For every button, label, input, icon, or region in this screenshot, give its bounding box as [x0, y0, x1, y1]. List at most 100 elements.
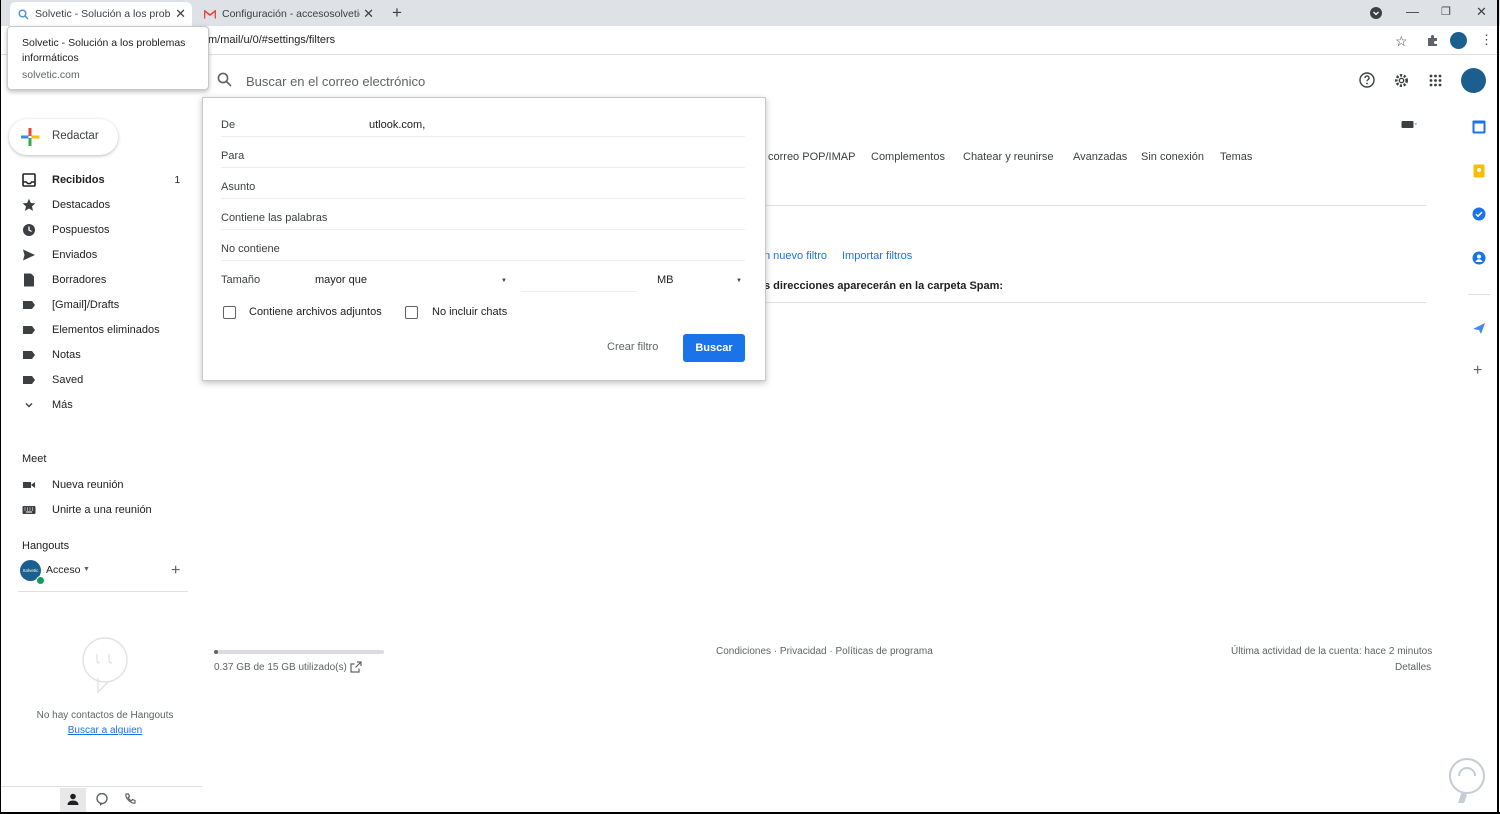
search-button[interactable]: Buscar: [683, 334, 745, 362]
account-avatar[interactable]: [1461, 68, 1486, 93]
last-activity-text: Última actividad de la cuenta: hace 2 mi…: [1231, 646, 1433, 657]
label-icon: [22, 323, 36, 337]
sidebar-item-label: [Gmail]/Drafts: [52, 299, 120, 311]
dropdown-arrow-icon[interactable]: ▼: [736, 278, 742, 284]
extensions-icon[interactable]: [1426, 34, 1439, 47]
tab-title: Solvetic - Solución a los problem: [35, 8, 171, 20]
close-window-icon[interactable]: ✕: [1476, 4, 1487, 20]
sidebar-item-more[interactable]: Más: [22, 395, 192, 415]
sidebar-item-drafts[interactable]: Borradores: [22, 270, 192, 290]
gear-icon[interactable]: [1393, 72, 1410, 89]
has-attachment-checkbox[interactable]: [223, 306, 236, 319]
from-field[interactable]: utlook.com,: [369, 119, 425, 131]
send-icon: [22, 248, 36, 262]
browser-tab-gmail[interactable]: Configuración - accesosolvetic1 ✕: [196, 2, 380, 26]
sidebar-item-gmail-drafts[interactable]: [Gmail]/Drafts: [22, 295, 192, 315]
footer-policy-links[interactable]: Condiciones · Privacidad · Políticas de …: [716, 646, 933, 657]
tab-search-icon[interactable]: [1370, 7, 1382, 19]
tab-pop-imap[interactable]: correo POP/IMAP: [768, 151, 855, 163]
gmail-icon: [204, 9, 216, 19]
size-operator-select[interactable]: mayor que: [315, 274, 367, 286]
apps-grid-icon[interactable]: [1429, 74, 1442, 87]
find-someone-link[interactable]: Buscar a alguien: [18, 725, 192, 736]
tab-addons[interactable]: Complementos: [871, 151, 945, 163]
inbox-icon: [22, 173, 36, 187]
search-icon: [18, 9, 29, 20]
tasks-icon[interactable]: [1472, 207, 1486, 221]
subject-field[interactable]: [221, 198, 745, 199]
person-icon[interactable]: [67, 793, 79, 805]
window-border: [0, 0, 1, 814]
window-border: [1497, 0, 1499, 814]
add-contact-icon[interactable]: +: [171, 562, 180, 580]
not-contains-field[interactable]: [221, 260, 745, 261]
profile-avatar-icon[interactable]: [1450, 32, 1467, 49]
bookmark-star-icon[interactable]: ☆: [1395, 33, 1408, 50]
search-input[interactable]: Buscar en el correo electrónico: [246, 74, 425, 89]
close-tab-icon[interactable]: ✕: [175, 6, 186, 22]
rail-edge: [1459, 100, 1460, 390]
clock-icon: [22, 223, 36, 237]
size-value-field[interactable]: [521, 291, 637, 292]
exclude-chats-checkbox[interactable]: [405, 306, 418, 319]
sidebar-item-label: Enviados: [52, 249, 98, 261]
sidebar-item-deleted[interactable]: Elementos eliminados: [22, 320, 192, 340]
phone-icon[interactable]: [124, 793, 136, 805]
plus-icon: [20, 127, 40, 147]
create-new-filter-link[interactable]: n nuevo filtro: [764, 250, 827, 262]
external-link-icon[interactable]: [350, 661, 362, 673]
filter-search-dialog: De utlook.com, Para Asunto Contiene las …: [202, 97, 766, 381]
dropdown-arrow-icon[interactable]: ▼: [501, 278, 507, 284]
sidebar-item-notes[interactable]: Notas: [22, 345, 192, 365]
sidebar-item-label: Notas: [52, 349, 81, 361]
blocked-addresses-heading: s direcciones aparecerán en la carpeta S…: [764, 280, 1004, 292]
help-icon[interactable]: [1359, 72, 1375, 88]
sidebar-item-inbox[interactable]: Recibidos 1: [22, 170, 192, 190]
new-meeting-item[interactable]: Nueva reunión: [22, 475, 192, 495]
activity-details-link[interactable]: Detalles: [1395, 662, 1431, 673]
tab-offline[interactable]: Sin conexión: [1141, 151, 1204, 163]
divider: [221, 136, 745, 137]
restore-icon[interactable]: ❐: [1441, 5, 1451, 18]
caret-down-icon[interactable]: ▼: [83, 566, 90, 573]
video-camera-icon: [22, 478, 36, 492]
sidebar-item-saved[interactable]: Saved: [22, 370, 192, 390]
get-addons-icon[interactable]: +: [1473, 362, 1482, 380]
sidebar-item-label: Pospuestos: [52, 224, 110, 236]
solvetic-logo-icon: [1444, 756, 1490, 806]
sidebar-item-sent[interactable]: Enviados: [22, 245, 192, 265]
browser-menu-icon[interactable]: ⋮: [1480, 33, 1493, 46]
contacts-icon[interactable]: [1472, 251, 1486, 265]
search-icon[interactable]: [217, 72, 232, 87]
unread-count: 1: [174, 175, 180, 186]
tab-advanced[interactable]: Avanzadas: [1073, 151, 1127, 163]
size-label: Tamaño: [221, 274, 261, 286]
size-unit-select[interactable]: MB: [657, 274, 674, 286]
addon-send-icon[interactable]: [1472, 321, 1486, 335]
new-tab-icon[interactable]: +: [392, 3, 402, 23]
label-icon: [22, 298, 36, 312]
hangouts-user-name[interactable]: Acceso: [46, 564, 80, 576]
sidebar-item-snoozed[interactable]: Pospuestos: [22, 220, 192, 240]
has-words-field[interactable]: [221, 229, 745, 230]
url-field[interactable]: m/mail/u/0/#settings/filters: [208, 34, 335, 46]
tab-themes[interactable]: Temas: [1220, 151, 1252, 163]
to-field[interactable]: [221, 167, 745, 168]
browser-tab-solvetic[interactable]: Solvetic - Solución a los problem ✕: [10, 2, 192, 26]
label-icon: [22, 348, 36, 362]
minimize-icon[interactable]: —: [1406, 4, 1419, 19]
create-filter-button[interactable]: Crear filtro: [607, 341, 658, 353]
tab-title: Configuración - accesosolvetic1: [222, 8, 360, 20]
sidebar-item-label: Recibidos: [52, 174, 105, 186]
calendar-icon[interactable]: [1472, 120, 1486, 134]
keyboard-icon[interactable]: [1401, 120, 1417, 130]
tooltip-domain: solvetic.com: [22, 69, 80, 81]
tab-chat-meet[interactable]: Chatear y reunirse: [963, 151, 1054, 163]
close-tab-icon[interactable]: ✕: [363, 6, 374, 22]
sidebar-item-starred[interactable]: Destacados: [22, 195, 192, 215]
keep-icon[interactable]: [1472, 164, 1486, 178]
join-meeting-item[interactable]: Unirte a una reunión: [22, 500, 192, 520]
hangouts-chat-icon[interactable]: [96, 793, 108, 806]
compose-button[interactable]: Redactar: [9, 119, 118, 155]
import-filters-link[interactable]: Importar filtros: [842, 250, 912, 262]
